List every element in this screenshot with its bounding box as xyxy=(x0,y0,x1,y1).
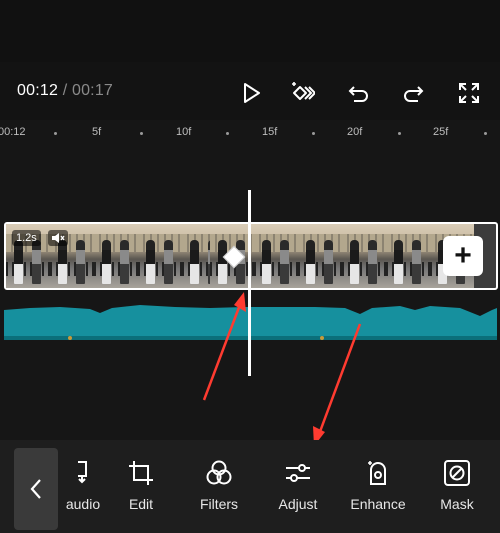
tool-label: Enhance xyxy=(350,496,406,512)
ruler-label: 15f xyxy=(262,126,278,138)
clip-thumbnail xyxy=(94,224,138,288)
clip-thumbnail xyxy=(386,224,430,288)
clip-thumbnail xyxy=(254,224,298,288)
ruler-label: 5f xyxy=(92,126,102,138)
adjust-sliders-icon xyxy=(286,464,310,482)
extract-audio-icon xyxy=(78,461,87,484)
add-clip-button[interactable]: + xyxy=(443,236,483,276)
current-time: 00:12 xyxy=(17,82,59,99)
crop-icon xyxy=(129,461,153,485)
tool-enhance[interactable]: Enhance xyxy=(341,458,415,520)
clip-duration-badge: 1.2s xyxy=(12,230,41,246)
ruler-dot xyxy=(226,132,229,135)
play-icon[interactable] xyxy=(238,80,264,106)
ruler-dot xyxy=(484,132,487,135)
ruler-dot xyxy=(54,132,57,135)
add-icon: + xyxy=(454,239,472,272)
tool-adjust[interactable]: Adjust xyxy=(261,458,335,520)
filters-icon xyxy=(206,460,232,485)
bottom-toolbar: audio Edit Filters Adjust Enhance Mask xyxy=(0,440,500,533)
timecode: 00:12 / 00:17 xyxy=(17,82,113,100)
keyframe-dot[interactable] xyxy=(320,336,324,340)
ruler-dot xyxy=(140,132,143,135)
video-preview-area xyxy=(0,0,500,62)
tool-label: Edit xyxy=(128,496,154,512)
tool-label: Mask xyxy=(440,496,474,512)
clip-thumbnail xyxy=(138,224,182,288)
tool-label: Adjust xyxy=(278,496,318,512)
tool-edit[interactable]: Edit xyxy=(104,458,178,520)
ruler-label: 20f xyxy=(347,126,363,138)
undo-icon[interactable] xyxy=(346,80,372,106)
chevron-left-icon xyxy=(30,479,41,499)
playback-bar: 00:12 / 00:17 xyxy=(0,62,500,120)
tool-label: Filters xyxy=(199,496,239,512)
back-button[interactable] xyxy=(14,448,58,530)
clip-thumbnail xyxy=(298,224,342,288)
ruler-dot xyxy=(398,132,401,135)
time-separator: / xyxy=(58,82,72,99)
fullscreen-icon[interactable] xyxy=(456,80,482,106)
clip-thumbnail xyxy=(342,224,386,288)
time-ruler[interactable]: 00:12 5f 10f 15f 20f 25f xyxy=(0,120,500,146)
mask-icon xyxy=(444,460,470,486)
tool-filters[interactable]: Filters xyxy=(182,458,256,520)
redo-icon[interactable] xyxy=(400,80,426,106)
tool-mask[interactable]: Mask xyxy=(420,458,494,520)
video-clip-track[interactable]: 1.2s xyxy=(4,222,498,290)
ruler-label: 00:12 xyxy=(0,126,26,138)
ruler-dot xyxy=(312,132,315,135)
enhance-icon xyxy=(368,461,386,485)
keyframe-icon[interactable] xyxy=(290,80,316,106)
ruler-label: 25f xyxy=(433,126,449,138)
ruler-label: 10f xyxy=(176,126,192,138)
playhead[interactable] xyxy=(248,190,251,376)
keyframe-dot[interactable] xyxy=(68,336,72,340)
total-time: 00:17 xyxy=(71,82,114,99)
mute-icon[interactable] xyxy=(48,230,68,246)
